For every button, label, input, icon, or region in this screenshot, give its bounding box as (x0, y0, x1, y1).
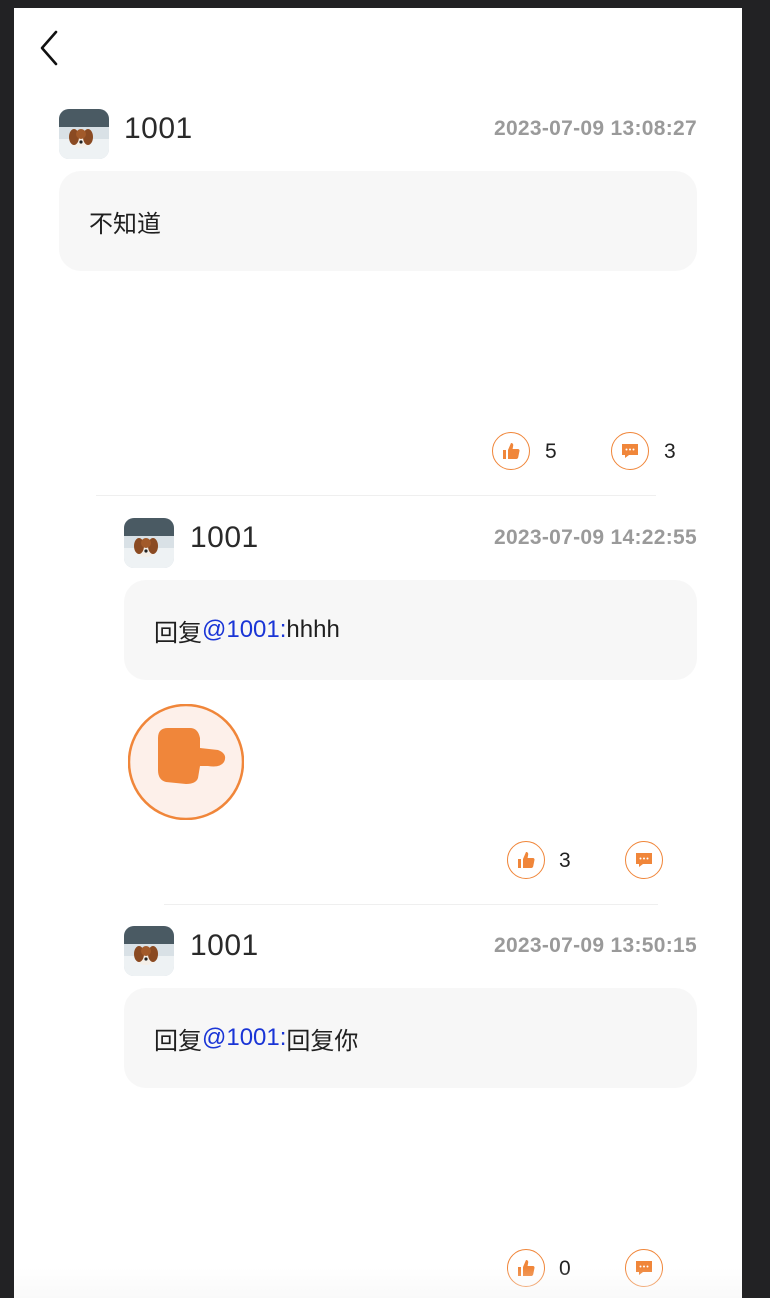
like-count: 3 (559, 849, 571, 872)
reply-button[interactable] (611, 432, 649, 470)
comment-text: 回复你 (286, 1027, 359, 1055)
back-button[interactable] (36, 28, 66, 68)
reply-button[interactable] (625, 1249, 663, 1287)
like-count: 0 (559, 1257, 571, 1280)
comment-timestamp: 2023-07-09 13:50:15 (493, 934, 697, 957)
comment-bubble: 不知道 (59, 171, 697, 271)
comment-bubble: 回复 @1001: 回复你 (124, 988, 697, 1088)
comment-bubble-icon (622, 444, 638, 458)
avatar[interactable] (124, 926, 174, 976)
comment-bubble: 回复 @1001: hhhh (124, 580, 697, 680)
like-button[interactable] (507, 841, 545, 879)
dog-avatar-icon (124, 518, 174, 568)
thumbs-up-sticker-icon (128, 704, 244, 820)
like-button[interactable] (492, 432, 530, 470)
avatar[interactable] (59, 109, 109, 159)
comment-text: 不知道 (89, 210, 161, 238)
comment-bubble-icon (636, 1261, 652, 1275)
dog-avatar-icon (59, 109, 109, 159)
reply-prefix: 回复 (154, 619, 202, 647)
divider (96, 495, 656, 496)
reply-count: 3 (664, 440, 676, 463)
comment-detail-screen: 1001 2023-07-09 13:08:27 不知道 5 3 1001 20… (14, 8, 742, 1298)
comment-timestamp: 2023-07-09 14:22:55 (493, 526, 697, 549)
reply-button[interactable] (625, 841, 663, 879)
comment-text: hhhh (286, 616, 340, 643)
thumbs-up-icon (503, 443, 520, 459)
comment-username: 1001 (190, 929, 259, 962)
dog-avatar-icon (124, 926, 174, 976)
comment-timestamp: 2023-07-09 13:08:27 (493, 117, 697, 140)
avatar[interactable] (124, 518, 174, 568)
thumbs-up-icon (518, 1260, 535, 1276)
divider (164, 904, 658, 905)
comment-username: 1001 (124, 112, 193, 145)
comment-username: 1001 (190, 521, 259, 554)
like-count: 5 (545, 440, 557, 463)
like-button[interactable] (507, 1249, 545, 1287)
thumbs-up-icon (518, 852, 535, 868)
reply-prefix: 回复 (154, 1027, 202, 1055)
thumbs-up-sticker[interactable] (128, 704, 244, 820)
mention-link[interactable]: @1001: (202, 616, 286, 644)
comment-bubble-icon (636, 853, 652, 867)
chevron-left-icon (40, 30, 58, 66)
mention-link[interactable]: @1001: (202, 1024, 286, 1052)
